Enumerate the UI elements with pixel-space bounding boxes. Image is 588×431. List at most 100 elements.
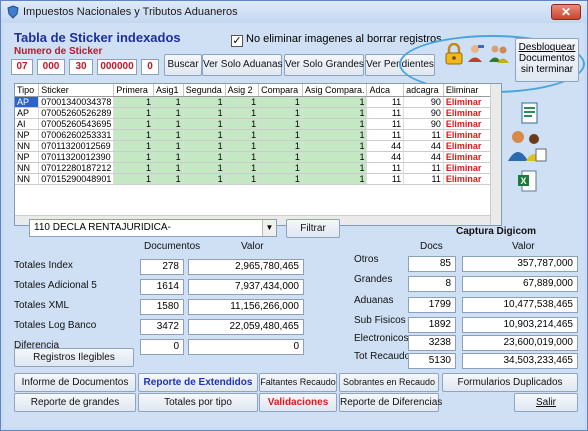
table-row[interactable]: NN 07015290048901 1 1 1 1 1 1 11 11 Eliminar	[15, 173, 501, 185]
sticker-part-1-field[interactable]: 07	[11, 59, 33, 75]
cell-segunda: 1	[183, 162, 226, 174]
cell-tipo: NN	[15, 173, 40, 185]
col-primera[interactable]: Primera	[113, 84, 154, 97]
cell-adca: 11	[366, 118, 405, 130]
no-delete-images-label: No eliminar imagenes al borrar registros	[246, 33, 442, 45]
no-delete-images-option[interactable]: ✓ No eliminar imagenes al borrar registro…	[231, 33, 442, 47]
cell-asig2: 1	[225, 118, 260, 130]
left-docs-header: Documentos	[144, 241, 201, 252]
ver-solo-aduanas-button[interactable]: Ver Solo Aduanas	[202, 54, 283, 76]
cell-asig2: 1	[225, 129, 260, 141]
users-group-icon[interactable]	[488, 42, 510, 64]
col-asig-compara[interactable]: Asig Compara.	[302, 84, 368, 97]
cell-asig1: 1	[153, 129, 184, 141]
cell-segunda: 1	[183, 96, 226, 108]
cell-tipo: NP	[15, 151, 40, 163]
sticker-part-3-field[interactable]: 30	[69, 59, 93, 75]
cell-adca: 11	[366, 96, 405, 108]
right-summary-valor: 10,477,538,465	[462, 297, 578, 313]
right-summary-docs: 1799	[408, 297, 456, 313]
excel-icon[interactable]: X	[516, 169, 538, 193]
cell-asig2: 1	[225, 96, 260, 108]
right-summary-label: Otros	[354, 254, 379, 265]
sticker-part-5-field[interactable]: 0	[141, 59, 159, 75]
chevron-down-icon[interactable]: ▼	[262, 220, 276, 236]
reporte-diferencias-button[interactable]: Reporte de Diferencias	[339, 393, 442, 412]
ver-solo-grandes-button[interactable]: Ver Solo Grandes	[284, 54, 364, 76]
col-sticker[interactable]: Sticker	[38, 84, 115, 97]
informe-documentos-button[interactable]: Informe de Documentos	[14, 373, 136, 392]
grid-vertical-scrollbar[interactable]	[490, 84, 501, 225]
cell-asig1: 1	[153, 140, 184, 152]
captura-digicom-label: Captura Digicom	[456, 226, 537, 237]
cell-adca: 11	[366, 173, 405, 185]
totales-por-tipo-button[interactable]: Totales por tipo	[138, 393, 258, 412]
cell-primera: 1	[113, 118, 154, 130]
cell-primera: 1	[113, 129, 154, 141]
right-summary-valor: 23,600,019,000	[462, 335, 578, 351]
tipo-filter-select[interactable]: 110 DECLA RENTAJURIDICA- ▼	[29, 219, 277, 237]
cell-adcagra: 44	[403, 151, 444, 163]
buscar-button[interactable]: Buscar	[164, 54, 202, 76]
right-summary-valor: 357,787,000	[462, 256, 578, 272]
cell-compara: 1	[258, 107, 303, 119]
client-area: Tabla de Sticker indexados ✓ No eliminar …	[4, 23, 585, 427]
document-icon[interactable]	[520, 101, 540, 125]
user-tool-icon[interactable]	[466, 42, 486, 64]
no-delete-images-checkbox[interactable]: ✓	[231, 35, 243, 47]
col-adcagra[interactable]: adcagra	[403, 84, 444, 97]
cell-compara: 1	[258, 151, 303, 163]
right-summary-docs: 3238	[408, 335, 456, 351]
table-row[interactable]: NN 07011320012569 1 1 1 1 1 1 44 44 Eliminar	[15, 140, 501, 152]
users-report-icon[interactable]	[506, 127, 550, 165]
col-compara[interactable]: Compara	[258, 84, 303, 97]
numero-sticker-label: Numero de Sticker	[14, 46, 103, 57]
reporte-extendidos-button[interactable]: Reporte de Extendidos	[138, 373, 258, 392]
cell-asig-compara: 1	[302, 118, 368, 130]
col-asig1[interactable]: Asig1	[153, 84, 184, 97]
table-row[interactable]: AP 07001340034378 1 1 1 1 1 1 11 90 Eliminar	[15, 96, 501, 108]
cell-asig1: 1	[153, 107, 184, 119]
table-row[interactable]: AP 07005260526289 1 1 1 1 1 1 11 90 Eliminar	[15, 107, 501, 119]
reporte-grandes-button[interactable]: Reporte de grandes	[14, 393, 136, 412]
cell-adcagra: 44	[403, 140, 444, 152]
cell-asig2: 1	[225, 140, 260, 152]
table-row[interactable]: AI 07005260543695 1 1 1 1 1 1 11 90 Eliminar	[15, 118, 501, 130]
sticker-grid[interactable]: Tipo Sticker Primera Asig1 Segunda Asig …	[14, 83, 502, 226]
left-summary-valor: 11,156,266,000	[188, 299, 304, 315]
right-summary-docs: 85	[408, 256, 456, 272]
cell-adca: 44	[366, 151, 405, 163]
faltantes-recaudo-button[interactable]: Faltantes Recaudo	[259, 373, 337, 392]
left-summary-label: Totales XML	[14, 300, 70, 311]
col-segunda[interactable]: Segunda	[183, 84, 226, 97]
sobrantes-recaudo-button[interactable]: Sobrantes en Recaudo	[339, 373, 439, 392]
right-summary-valor: 10,903,214,465	[462, 317, 578, 333]
grid-header-row: Tipo Sticker Primera Asig1 Segunda Asig …	[15, 84, 501, 97]
sticker-table: Tipo Sticker Primera Asig1 Segunda Asig …	[15, 84, 501, 185]
right-summary-label: Aduanas	[354, 295, 394, 306]
registros-ilegibles-button[interactable]: Registros Ilegibles	[14, 348, 134, 367]
padlock-icon[interactable]	[444, 43, 464, 65]
salir-button[interactable]: Salir	[514, 393, 578, 412]
sticker-part-2-field[interactable]: 000	[37, 59, 65, 75]
table-row[interactable]: NN 07012280187212 1 1 1 1 1 1 11 11 Eliminar	[15, 162, 501, 174]
cell-primera: 1	[113, 96, 154, 108]
documentos-label: Documentos	[518, 53, 576, 64]
close-button[interactable]: ✕	[551, 4, 581, 20]
tipo-filter-value: 110 DECLA RENTAJURIDICA-	[34, 222, 171, 233]
col-tipo[interactable]: Tipo	[15, 84, 40, 97]
table-row[interactable]: NP 07011320012390 1 1 1 1 1 1 44 44 Eliminar	[15, 151, 501, 163]
desbloquear-documentos-button[interactable]: Desbloquear Documentos sin terminar	[515, 38, 579, 82]
cell-tipo: NP	[15, 129, 40, 141]
cell-sticker: 07006260253331	[38, 129, 115, 141]
validaciones-button[interactable]: Validaciones	[259, 393, 337, 412]
table-row[interactable]: NP 07006260253331 1 1 1 1 1 1 11 11 Eliminar	[15, 129, 501, 141]
sin-terminar-label: sin terminar	[520, 64, 574, 75]
sticker-part-4-field[interactable]: 000000	[97, 59, 137, 75]
filtrar-button[interactable]: Filtrar	[286, 219, 340, 238]
col-asig2[interactable]: Asig 2	[225, 84, 260, 97]
col-adca[interactable]: Adca	[366, 84, 405, 97]
cell-adcagra: 90	[403, 96, 444, 108]
formularios-duplicados-button[interactable]: Formularios Duplicados	[442, 373, 578, 392]
cell-asig2: 1	[225, 107, 260, 119]
